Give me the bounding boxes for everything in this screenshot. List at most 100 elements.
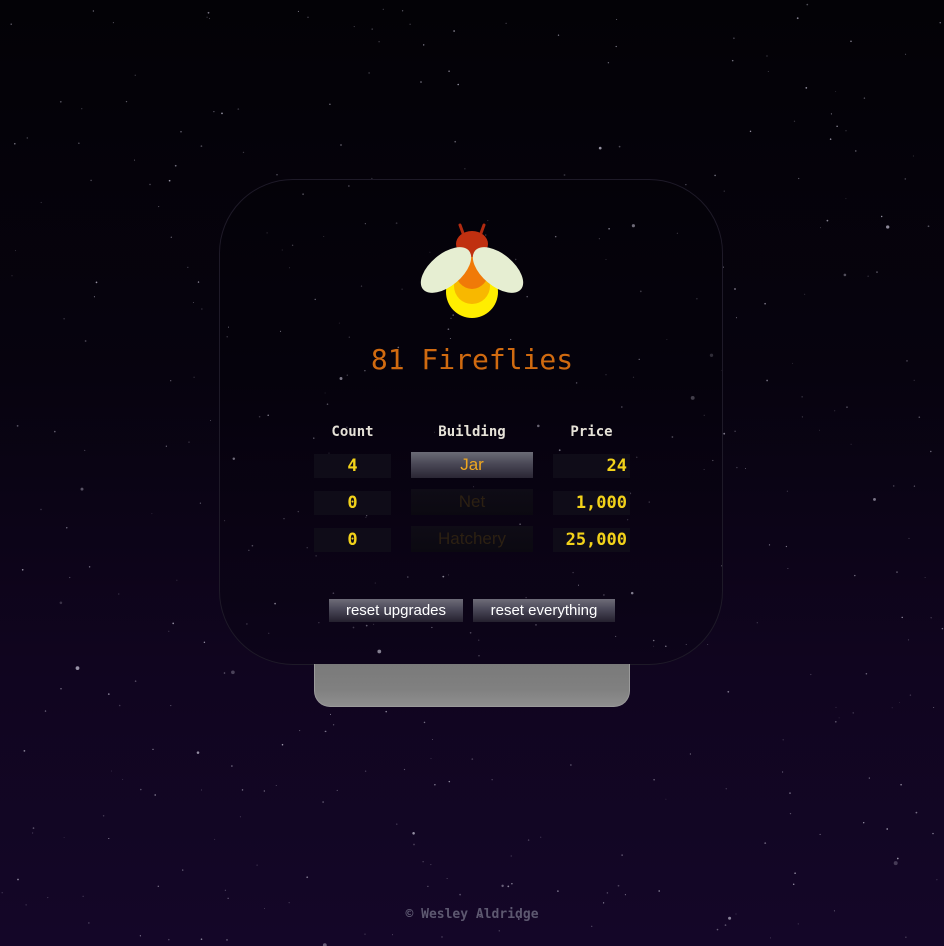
buy-jar-button[interactable]: Jar — [411, 452, 533, 478]
buy-hatchery-button[interactable]: Hatchery — [411, 526, 533, 552]
star — [227, 897, 229, 899]
star — [735, 317, 738, 319]
star — [168, 179, 171, 182]
star — [796, 17, 799, 20]
star — [430, 864, 432, 866]
star — [188, 441, 190, 443]
star — [782, 739, 784, 741]
star — [16, 425, 19, 427]
star — [770, 937, 771, 939]
star — [744, 467, 747, 470]
star — [336, 789, 338, 791]
star — [192, 302, 194, 303]
star — [845, 130, 847, 132]
star — [727, 690, 730, 693]
star — [332, 724, 335, 726]
star — [624, 894, 626, 896]
star — [454, 140, 457, 143]
star — [932, 832, 934, 835]
star — [834, 720, 837, 723]
star — [714, 174, 716, 177]
star — [275, 784, 277, 786]
star — [26, 137, 28, 139]
star — [835, 706, 837, 708]
star — [392, 934, 394, 936]
star — [602, 902, 605, 904]
firefly-icon[interactable] — [416, 222, 528, 320]
star — [78, 142, 80, 144]
buy-net-button[interactable]: Net — [411, 489, 533, 515]
star — [196, 751, 200, 754]
star — [112, 22, 114, 24]
column-header-count: Count — [331, 424, 374, 440]
star — [850, 443, 852, 445]
star — [829, 138, 832, 140]
star — [764, 842, 767, 844]
star — [299, 730, 301, 732]
star — [208, 17, 211, 20]
star — [820, 227, 822, 229]
star — [798, 177, 800, 180]
star — [182, 869, 184, 871]
star — [92, 10, 95, 12]
star — [749, 130, 752, 133]
star — [734, 430, 736, 433]
reset-everything-button[interactable]: reset everything — [473, 599, 615, 622]
star — [263, 790, 265, 792]
star — [873, 497, 876, 501]
star — [850, 40, 852, 43]
star — [84, 449, 86, 451]
star — [909, 694, 912, 696]
star — [905, 53, 907, 55]
star — [32, 827, 35, 829]
star — [412, 832, 415, 835]
star — [868, 777, 870, 779]
star — [768, 544, 771, 546]
star — [789, 792, 791, 794]
star — [40, 508, 42, 511]
star — [231, 670, 235, 675]
star — [21, 569, 24, 571]
star — [63, 837, 65, 838]
star — [118, 704, 121, 707]
star — [221, 112, 223, 115]
star — [886, 225, 890, 229]
star — [505, 22, 507, 24]
star — [413, 843, 415, 846]
star — [658, 890, 661, 892]
star — [797, 923, 799, 925]
star — [170, 380, 172, 382]
star — [371, 28, 373, 30]
star — [731, 59, 734, 62]
star — [88, 922, 90, 924]
star — [507, 885, 510, 888]
reset-upgrades-button[interactable]: reset upgrades — [329, 599, 463, 622]
star — [789, 812, 792, 815]
star — [242, 151, 245, 154]
star — [615, 45, 617, 48]
net-price: 1,000 — [553, 491, 630, 515]
star — [936, 879, 938, 881]
star — [158, 206, 160, 208]
star — [913, 379, 915, 381]
star — [231, 765, 233, 767]
star — [213, 111, 215, 113]
star — [200, 145, 203, 147]
star — [618, 145, 621, 148]
star — [47, 897, 49, 899]
star — [464, 168, 466, 170]
star — [434, 784, 436, 786]
star — [214, 838, 216, 840]
star — [152, 748, 154, 751]
star — [14, 143, 16, 145]
star — [409, 23, 411, 25]
star — [224, 889, 226, 891]
star — [176, 579, 178, 581]
star — [491, 779, 493, 781]
star — [199, 502, 202, 504]
star — [689, 753, 692, 755]
star — [324, 730, 327, 733]
star — [329, 103, 331, 106]
star — [237, 108, 240, 110]
jar-lid — [314, 664, 630, 707]
